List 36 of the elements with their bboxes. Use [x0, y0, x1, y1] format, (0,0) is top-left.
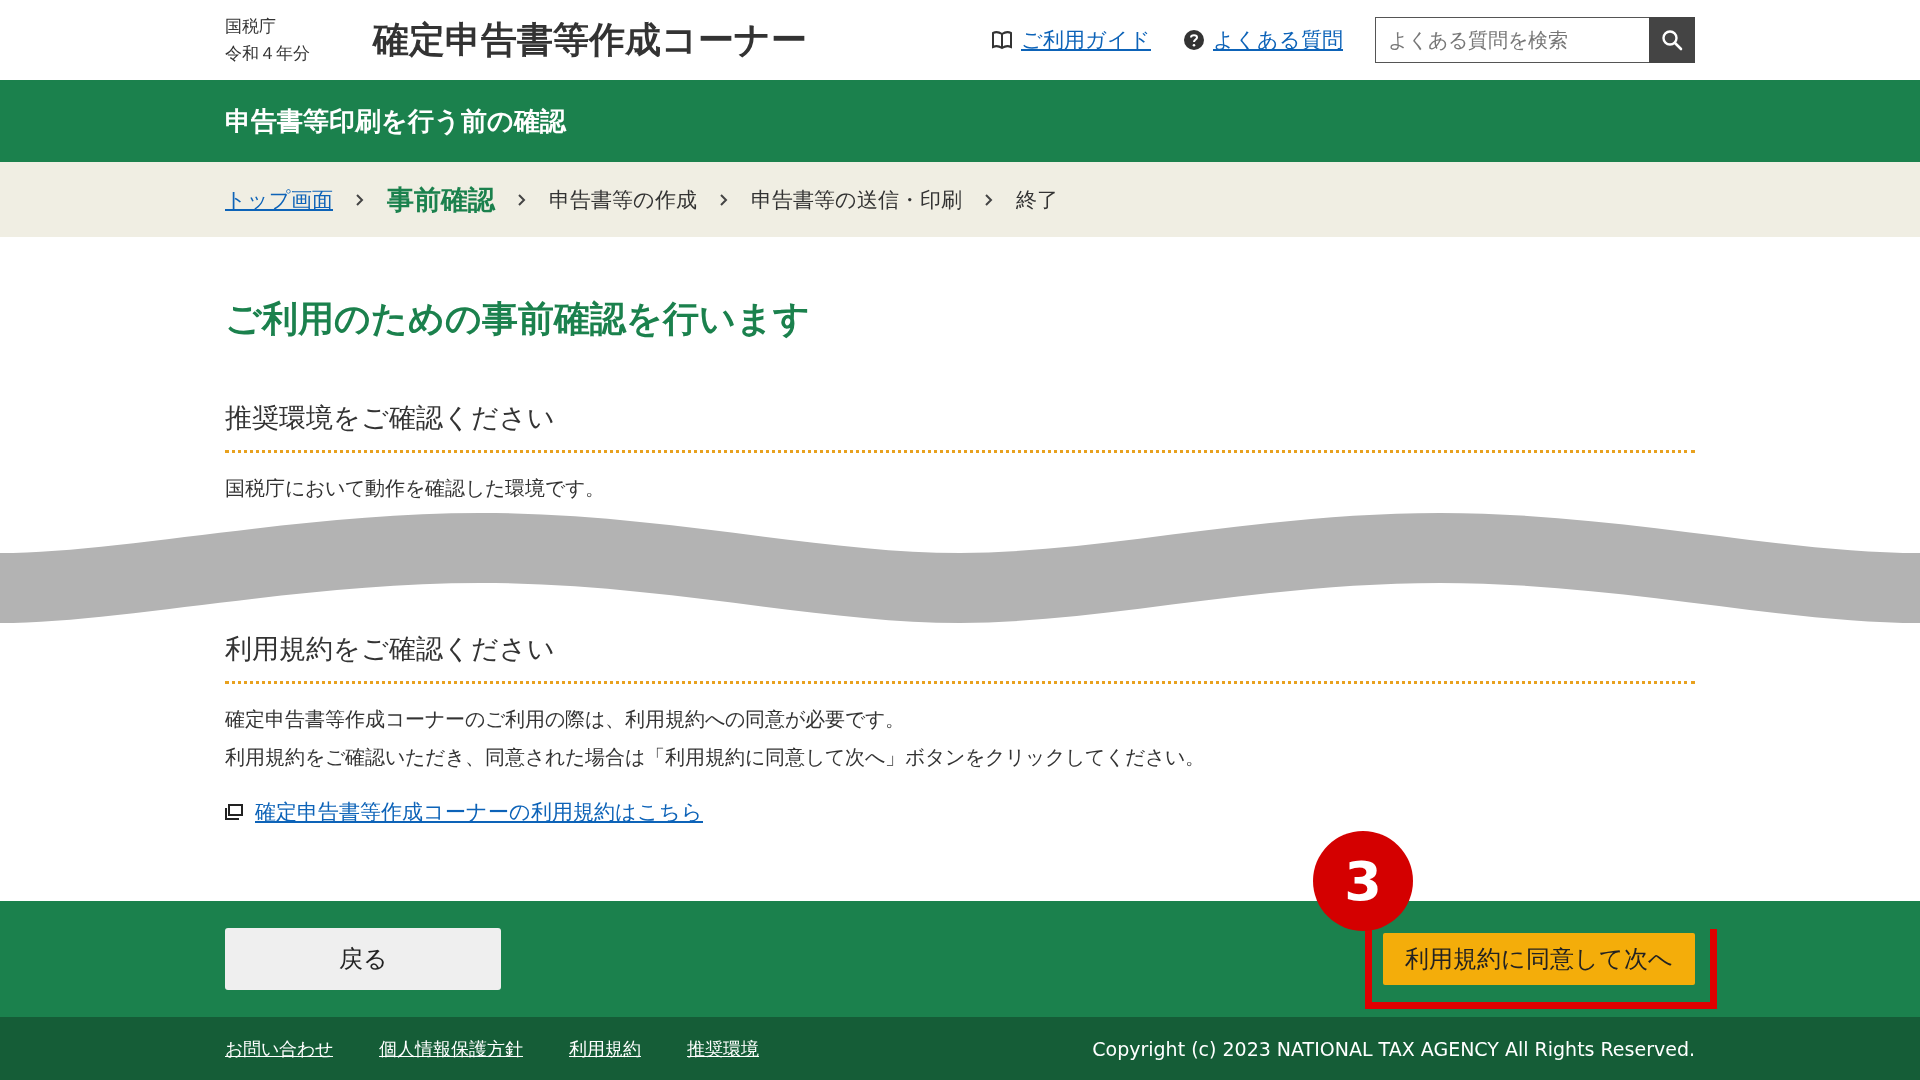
breadcrumb-step: 申告書等の作成 — [549, 185, 697, 214]
chevron-icon — [984, 192, 994, 207]
breadcrumb-current: 事前確認 — [387, 182, 495, 217]
copyright-text: Copyright (c) 2023 NATIONAL TAX AGENCY All Rights Reserved. — [1092, 1037, 1695, 1060]
section-heading: 推奨環境をご確認ください — [225, 401, 556, 435]
body-text: 確定申告書等作成コーナーのご利用の際は、利用規約への同意が必要です。 — [225, 706, 906, 732]
section-heading: 利用規約をご確認ください — [225, 632, 556, 666]
breadcrumb-step: 終了 — [1016, 185, 1058, 214]
window-icon — [225, 804, 243, 820]
body-text: 国税庁において動作を確認した環境です。 — [225, 475, 606, 501]
question-icon — [1183, 29, 1205, 51]
next-button[interactable]: 利用規約に同意して次へ — [1383, 933, 1695, 985]
chevron-icon — [517, 192, 527, 207]
chevron-icon — [719, 192, 729, 207]
footer-link[interactable]: 個人情報保護方針 — [379, 1036, 523, 1061]
main-heading: ご利用のための事前確認を行います — [225, 297, 811, 341]
search-icon — [1661, 29, 1683, 51]
tax-year: 令和４年分 — [225, 42, 311, 65]
chevron-icon — [355, 192, 365, 207]
breadcrumb-step: 申告書等の送信・印刷 — [751, 185, 962, 214]
footer-link[interactable]: 利用規約 — [569, 1036, 641, 1061]
page-title: 申告書等印刷を行う前の確認 — [225, 105, 566, 136]
body-text: 利用規約をご確認いただき、同意された場合は「利用規約に同意して次へ」ボタンをクリックしてください。 — [225, 744, 1206, 770]
search-field[interactable]: よくある質問を検索 — [1375, 17, 1649, 63]
breadcrumb-link[interactable]: トップ画面 — [225, 185, 333, 214]
book-icon — [991, 30, 1013, 50]
header-link[interactable]: ご利用ガイド — [1021, 26, 1151, 54]
header-link[interactable]: よくある質問 — [1213, 26, 1343, 54]
step-number-badge: 3 — [1313, 831, 1413, 931]
agency-name: 国税庁 — [225, 15, 277, 38]
site-title: 確定申告書等作成コーナー — [373, 17, 807, 62]
footer-link[interactable]: お問い合わせ — [225, 1036, 333, 1061]
footer-link[interactable]: 推奨環境 — [687, 1036, 759, 1061]
search-button[interactable] — [1649, 17, 1695, 63]
terms-link[interactable]: 確定申告書等作成コーナーの利用規約はこちら — [255, 798, 703, 826]
back-button[interactable]: 戻る — [225, 928, 501, 990]
